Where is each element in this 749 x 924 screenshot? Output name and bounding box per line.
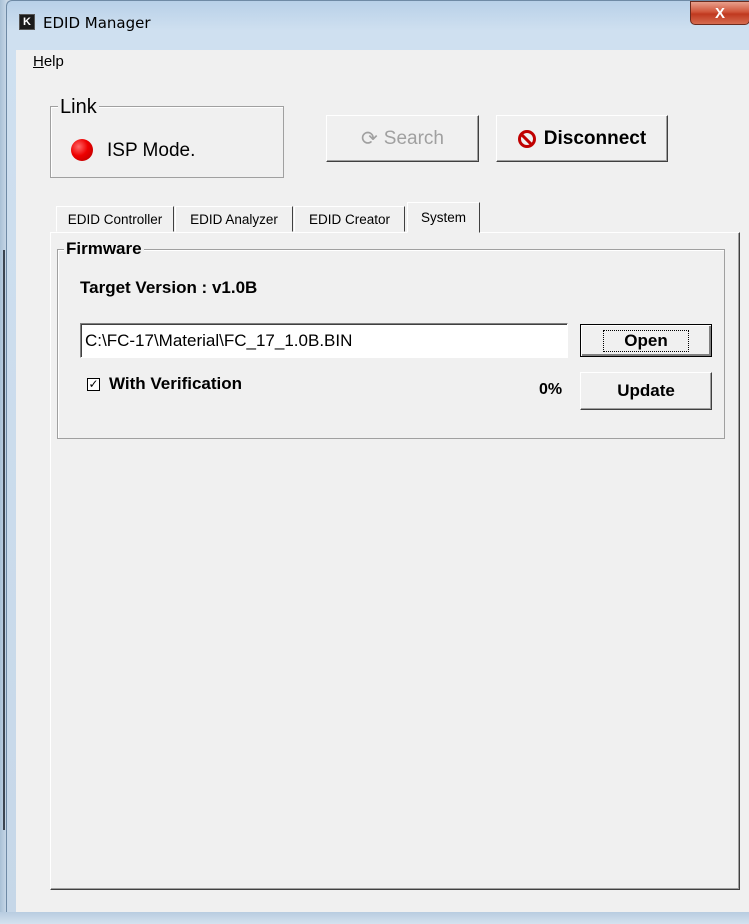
target-version-label: Target Version : v1.0B [80,278,258,297]
with-verification-label: With Verification [109,374,243,393]
tab-system[interactable]: System [407,202,480,233]
menu-bar: Help [16,50,749,75]
open-button[interactable]: Open [580,324,712,357]
with-verification-checkbox[interactable]: ✓ [87,378,100,391]
firmware-legend: Firmware [64,239,144,259]
client-area: Link ISP Mode. ⟳ Search Disconnect EDID … [16,74,749,912]
tab-edid-controller[interactable]: EDID Controller [56,206,174,232]
disconnect-button[interactable]: Disconnect [496,115,668,162]
firmware-path-input[interactable] [80,323,568,358]
close-icon: X [714,4,725,22]
refresh-icon: ⟳ [361,128,378,150]
search-button[interactable]: ⟳ Search [326,115,479,162]
update-button[interactable]: Update [580,372,712,410]
status-indicator-icon [71,139,93,161]
tab-edid-analyzer[interactable]: EDID Analyzer [175,206,293,232]
system-tab-panel: Firmware Target Version : v1.0B Open ✓ W… [50,232,740,890]
window-title: EDID Manager [43,14,151,32]
window-left-shadow [3,250,5,830]
app-logo-icon: K [19,14,35,30]
firmware-group: Firmware Target Version : v1.0B Open ✓ W… [57,239,725,439]
prohibited-icon [517,129,536,148]
link-legend: Link [58,96,99,119]
link-group: Link ISP Mode. [50,96,284,178]
menu-help[interactable]: Help [33,53,64,70]
update-progress-text: 0% [539,381,563,398]
tab-edid-creator[interactable]: EDID Creator [294,206,405,232]
close-button[interactable]: X [690,1,749,25]
window-bottom-edge [0,912,749,924]
link-status-text: ISP Mode. [107,140,196,161]
title-bar[interactable]: K EDID Manager X [6,0,749,46]
